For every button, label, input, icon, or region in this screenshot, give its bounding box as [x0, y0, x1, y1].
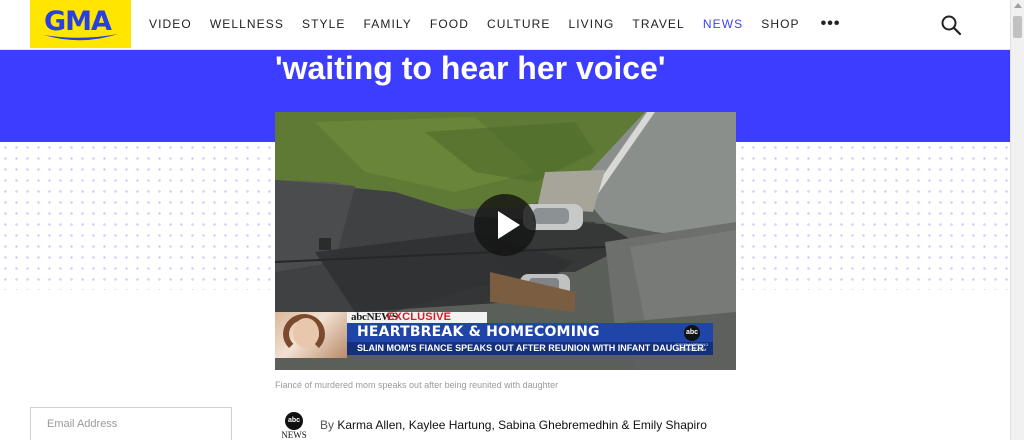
- page-scrollbar[interactable]: [1010, 0, 1024, 440]
- nav-item-wellness[interactable]: WELLNESS: [210, 17, 284, 31]
- nav-item-living[interactable]: LIVING: [568, 17, 614, 31]
- play-button[interactable]: [474, 194, 536, 256]
- lower-third-subtitle: SLAIN MOM'S FIANCE SPEAKS OUT AFTER REUN…: [357, 343, 704, 353]
- abc-logo-icon: abc: [285, 412, 303, 430]
- nav-item-style[interactable]: STYLE: [302, 17, 346, 31]
- logo-swoosh-icon: [44, 34, 118, 41]
- search-icon[interactable]: [940, 14, 962, 36]
- gma-logo[interactable]: GMA: [30, 0, 131, 48]
- video-player[interactable]: abcNEWS EXCLUSIVE HEARTBREAK & HOMECOMIN…: [275, 112, 736, 370]
- lower-third-title: HEARTBREAK & HOMECOMING: [357, 324, 600, 340]
- byline-prefix: By: [320, 418, 335, 432]
- video-caption: Fiancé of murdered mom speaks out after …: [275, 380, 559, 390]
- top-navigation: GMA VIDEO WELLNESS STYLE FAMILY FOOD CULTURE L…: [0, 0, 1010, 50]
- abc-logo-icon: abc: [684, 325, 700, 341]
- scroll-thumb[interactable]: [1013, 16, 1022, 38]
- nav-item-family[interactable]: FAMILY: [364, 17, 412, 31]
- abc-news-logo[interactable]: abc NEWS: [281, 412, 307, 440]
- abc-badge-caption: GOOD MORNING AMERICA.COM: [675, 342, 709, 352]
- photo-face: [293, 318, 319, 348]
- nav-item-video[interactable]: VIDEO: [149, 17, 192, 31]
- nav-menu: VIDEO WELLNESS STYLE FAMILY FOOD CULTURE LIVIN…: [140, 0, 840, 48]
- nav-item-travel[interactable]: TRAVEL: [632, 17, 684, 31]
- play-icon: [498, 211, 520, 239]
- nav-item-shop[interactable]: SHOP: [761, 17, 799, 31]
- lower-third-exclusive: EXCLUSIVE: [387, 311, 452, 323]
- nav-item-culture[interactable]: CULTURE: [487, 17, 550, 31]
- abc-badge: abc GOOD MORNING AMERICA.COM: [675, 325, 709, 355]
- lower-third-photo: [275, 312, 347, 358]
- nav-item-news[interactable]: NEWS: [703, 17, 743, 31]
- scroll-up-arrow-icon[interactable]: [1014, 3, 1022, 8]
- article-headline: 'waiting to hear her voice': [275, 50, 666, 86]
- nav-item-food[interactable]: FOOD: [430, 17, 469, 31]
- news-lower-third: abcNEWS EXCLUSIVE HEARTBREAK & HOMECOMIN…: [275, 311, 736, 358]
- email-field[interactable]: [30, 407, 232, 440]
- more-menu-icon[interactable]: •••: [821, 15, 841, 33]
- byline-authors: Karma Allen, Kaylee Hartung, Sabina Gheb…: [337, 418, 707, 432]
- article-byline: By Karma Allen, Kaylee Hartung, Sabina G…: [320, 418, 707, 432]
- abc-news-wordmark: NEWS: [281, 430, 307, 440]
